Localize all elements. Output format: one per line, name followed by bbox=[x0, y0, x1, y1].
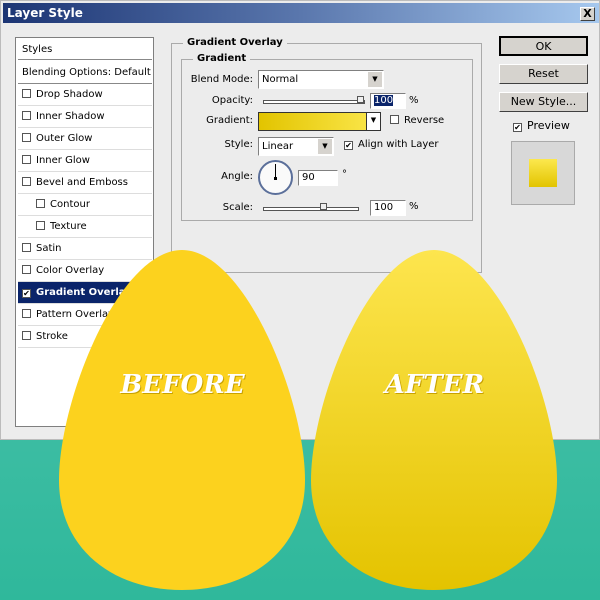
egg-after-shape bbox=[311, 250, 557, 590]
preview-swatch bbox=[511, 141, 575, 205]
preview-checkbox[interactable]: ✔ Preview bbox=[513, 119, 570, 132]
checkbox-icon[interactable] bbox=[22, 155, 31, 164]
opacity-label: Opacity: bbox=[211, 95, 253, 106]
checkbox-icon bbox=[390, 115, 399, 124]
opacity-value: 100 bbox=[374, 95, 394, 106]
degree-unit: ° bbox=[342, 169, 347, 180]
before-label: BEFORE bbox=[120, 370, 245, 400]
styles-header[interactable]: Styles bbox=[18, 38, 152, 60]
align-with-layer-checkbox[interactable]: ✔ Align with Layer bbox=[344, 139, 439, 150]
title-bar: Layer Style X bbox=[3, 3, 599, 23]
blend-mode-select[interactable]: Normal ▼ bbox=[258, 70, 384, 89]
panel-title: Gradient Overlay bbox=[183, 37, 287, 48]
style-item[interactable]: Bevel and Emboss bbox=[18, 172, 152, 194]
style-label: Style: bbox=[224, 139, 254, 150]
window-title: Layer Style bbox=[7, 6, 83, 20]
reset-button[interactable]: Reset bbox=[499, 64, 588, 84]
checkbox-icon[interactable] bbox=[22, 133, 31, 142]
group-title: Gradient bbox=[193, 53, 251, 64]
blend-mode-value: Normal bbox=[262, 74, 299, 85]
checkbox-icon: ✔ bbox=[513, 123, 522, 132]
blend-mode-label: Blend Mode: bbox=[190, 74, 253, 85]
scale-label: Scale: bbox=[222, 202, 253, 213]
checkbox-icon[interactable] bbox=[22, 243, 31, 252]
style-item-label: Texture bbox=[50, 221, 87, 232]
style-item[interactable]: Texture bbox=[18, 216, 152, 238]
style-item[interactable]: Inner Glow bbox=[18, 150, 152, 172]
opacity-slider-thumb[interactable] bbox=[357, 96, 364, 103]
opacity-input[interactable]: 100 bbox=[370, 93, 406, 109]
style-item[interactable]: Outer Glow bbox=[18, 128, 152, 150]
checkbox-icon[interactable] bbox=[22, 309, 31, 318]
chevron-down-icon[interactable]: ▼ bbox=[366, 113, 380, 130]
style-item-label: Inner Shadow bbox=[36, 111, 105, 122]
style-item[interactable]: Contour bbox=[18, 194, 152, 216]
checkbox-icon[interactable] bbox=[22, 111, 31, 120]
after-label: AFTER bbox=[384, 370, 485, 400]
style-item-label: Bevel and Emboss bbox=[36, 177, 128, 188]
reverse-label: Reverse bbox=[404, 115, 445, 126]
checkbox-icon[interactable] bbox=[36, 199, 45, 208]
scale-unit: % bbox=[409, 201, 419, 212]
align-label: Align with Layer bbox=[358, 139, 439, 150]
scale-input[interactable]: 100 bbox=[370, 200, 406, 216]
opacity-slider[interactable] bbox=[263, 96, 365, 104]
checkbox-icon[interactable] bbox=[22, 265, 31, 274]
angle-label: Angle: bbox=[221, 171, 253, 182]
egg-before: BEFORE bbox=[59, 250, 306, 594]
egg-after: AFTER bbox=[311, 250, 558, 594]
ok-button[interactable]: OK bbox=[499, 36, 588, 56]
style-item-label: Contour bbox=[50, 199, 90, 210]
style-item[interactable]: Drop Shadow bbox=[18, 84, 152, 106]
reverse-checkbox[interactable]: Reverse bbox=[390, 115, 444, 126]
checkbox-icon[interactable] bbox=[22, 177, 31, 186]
style-item-label: Drop Shadow bbox=[36, 89, 103, 100]
style-item-label: Inner Glow bbox=[36, 155, 90, 166]
style-item-label: Satin bbox=[36, 243, 62, 254]
new-style-button[interactable]: New Style... bbox=[499, 92, 588, 112]
angle-dial[interactable] bbox=[258, 160, 293, 195]
checkbox-icon[interactable]: ✔ bbox=[22, 289, 31, 298]
gradient-label: Gradient: bbox=[206, 115, 253, 126]
style-select[interactable]: Linear ▼ bbox=[258, 137, 334, 156]
opacity-unit: % bbox=[409, 95, 419, 106]
blending-options[interactable]: Blending Options: Default bbox=[18, 62, 152, 84]
checkbox-icon[interactable] bbox=[22, 89, 31, 98]
close-button[interactable]: X bbox=[580, 7, 595, 21]
style-item[interactable]: Inner Shadow bbox=[18, 106, 152, 128]
egg-before-shape bbox=[59, 250, 305, 590]
chevron-down-icon: ▼ bbox=[368, 72, 382, 87]
style-value: Linear bbox=[262, 141, 294, 152]
checkbox-icon[interactable] bbox=[22, 331, 31, 340]
chevron-down-icon: ▼ bbox=[318, 139, 332, 154]
scale-slider[interactable] bbox=[263, 203, 359, 211]
checkbox-icon[interactable] bbox=[36, 221, 45, 230]
gradient-picker[interactable]: ▼ bbox=[258, 112, 381, 131]
checkbox-icon: ✔ bbox=[344, 141, 353, 150]
style-item-label: Outer Glow bbox=[36, 133, 93, 144]
scale-slider-thumb[interactable] bbox=[320, 203, 327, 210]
angle-input[interactable]: 90 bbox=[298, 170, 338, 186]
preview-label: Preview bbox=[527, 119, 570, 132]
